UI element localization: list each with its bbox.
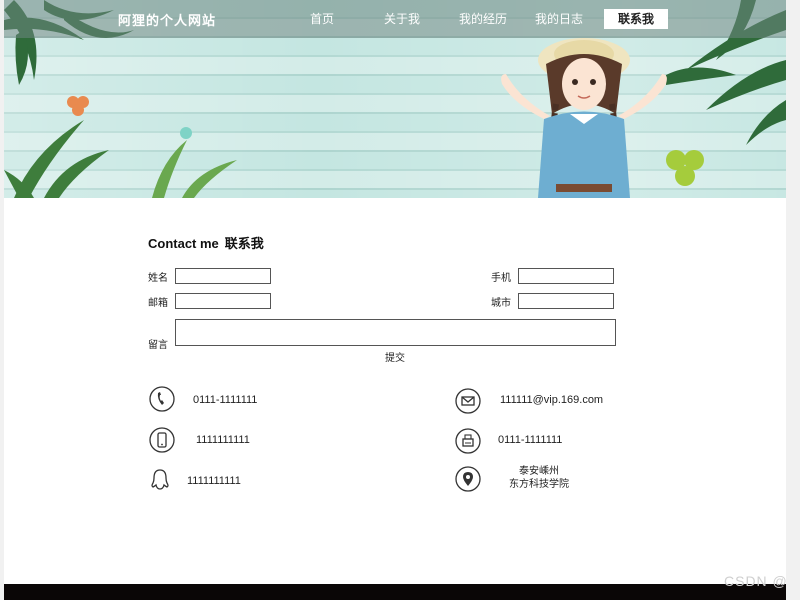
mobile-number: 1111111111 (196, 434, 250, 446)
qq-icon (151, 469, 169, 490)
nav-home[interactable]: 首页 (300, 9, 344, 29)
fax-icon (455, 428, 481, 454)
csdn-watermark: CSDN @ (724, 573, 788, 589)
page: 阿狸的个人网站 首页 关于我 我的经历 我的日志 联系我 Contact me 联… (4, 0, 786, 600)
contact-section-title: Contact me 联系我 (148, 233, 264, 252)
qq-number: 1111111111 (187, 475, 241, 487)
site-title[interactable]: 阿狸的个人网站 (118, 10, 216, 29)
hero-banner: 阿狸的个人网站 首页 关于我 我的经历 我的日志 联系我 (4, 0, 786, 198)
city-label: 城市 (491, 298, 511, 309)
email-input[interactable] (175, 293, 271, 309)
palm-leaves-bottom-left (4, 120, 109, 198)
address: 泰安嵊州 东方科技学院 (502, 465, 576, 491)
name-input[interactable] (175, 268, 271, 284)
city-input[interactable] (518, 293, 614, 309)
fax-number: 0111-1111111 (498, 434, 563, 446)
location-pin-icon (455, 466, 481, 492)
grass-leaves-bottom (152, 140, 237, 198)
nav-contact[interactable]: 联系我 (604, 9, 668, 29)
email-label: 邮箱 (148, 298, 168, 309)
teal-dot (180, 127, 192, 139)
phone-input[interactable] (518, 268, 614, 284)
message-label: 留言 (148, 340, 168, 351)
footer-bar (4, 584, 786, 600)
name-label: 姓名 (148, 273, 168, 284)
contact-title-en: Contact me (148, 236, 219, 251)
telephone-icon (149, 386, 175, 412)
girl-illustration (501, 38, 667, 198)
mail-icon (455, 388, 481, 414)
email-address[interactable]: 111111@vip.169.com (500, 394, 603, 406)
submit-button[interactable]: 提交 (380, 349, 410, 364)
address-line-2: 东方科技学院 (509, 479, 569, 490)
nav-journal[interactable]: 我的日志 (528, 9, 590, 29)
phone-label: 手机 (491, 273, 511, 284)
top-navbar: 阿狸的个人网站 首页 关于我 我的经历 我的日志 联系我 (4, 0, 786, 38)
mobile-phone-icon (149, 427, 175, 453)
contact-title-zh: 联系我 (224, 236, 264, 251)
telephone-number: 0111-1111111 (193, 394, 258, 406)
message-textarea[interactable] (175, 319, 616, 346)
nav-experience[interactable]: 我的经历 (452, 9, 514, 29)
address-line-1: 泰安嵊州 (519, 466, 559, 477)
orange-flower (67, 96, 89, 116)
nav-about[interactable]: 关于我 (376, 9, 428, 29)
